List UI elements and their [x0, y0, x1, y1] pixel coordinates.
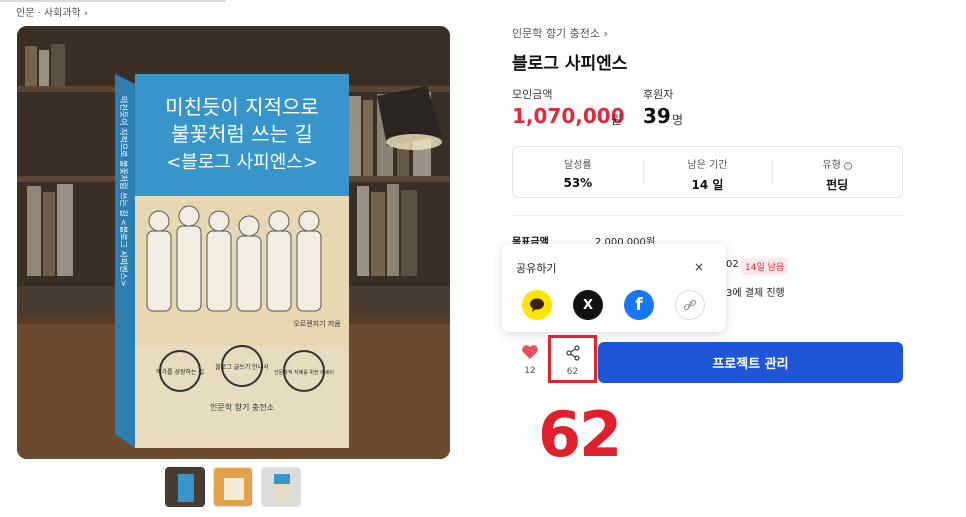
backers-label: 후원자: [643, 88, 674, 101]
cover-badge-3: 인문학적 지혜를 위한 에세이: [274, 369, 334, 376]
thumbnail-2[interactable]: [213, 467, 253, 507]
manage-project-button[interactable]: 프로젝트 관리: [598, 342, 903, 383]
heart-icon: [522, 345, 538, 359]
product-main-image: 미친듯이 지적으로 불꽃처럼 쓰는 길 <블로그 사피엔스> 오르렌지기 저음 …: [17, 26, 450, 459]
close-icon[interactable]: ×: [694, 260, 704, 274]
achievement-rate: 달성률 53%: [513, 147, 643, 197]
funding-type: 유형 i 펀딩: [772, 147, 902, 197]
cover-publisher: 인문학 향기 충전소: [210, 402, 274, 412]
achievement-rate-label: 달성률: [564, 160, 592, 171]
thumbnail-3[interactable]: [261, 467, 301, 507]
funding-info-box: 달성률 53% 남은 기간 14 일 유형 i 펀딩: [512, 146, 903, 198]
kakao-icon: [530, 298, 544, 312]
facebook-share-button[interactable]: f: [624, 290, 654, 320]
kakao-share-button[interactable]: [522, 290, 552, 320]
creator-link[interactable]: 인문학 향기 충전소 ›: [512, 25, 608, 41]
project-title: 블로그 사피엔스: [512, 54, 628, 74]
share-popup-title: 공유하기: [516, 262, 557, 275]
funding-type-value: 펀딩: [826, 178, 849, 192]
amount-label: 모인금액: [512, 88, 553, 101]
funding-type-label-text: 유형: [822, 160, 841, 171]
days-left-badge: 14일 남음: [741, 258, 789, 275]
like-button[interactable]: 12: [518, 344, 542, 376]
cover-spine: 미친듯이 지적으로 불꽃처럼 쓰는 길 <블로그 사피엔스>: [119, 96, 129, 287]
handwritten-annotation: 62: [538, 398, 622, 471]
cover-title-line2: 불꽃처럼 쓰는 길: [171, 122, 313, 146]
funding-type-label: 유형 i: [772, 156, 902, 171]
payment-text: 3에 결제 진행: [726, 288, 785, 299]
achievement-rate-value: 53%: [563, 176, 593, 190]
like-count: 12: [524, 366, 536, 376]
link-icon: [683, 299, 697, 311]
cover-author: 오르렌지기 저음: [293, 319, 341, 328]
amount-value: 1,070,000: [512, 104, 625, 128]
remaining-period: 남은 기간 14 일: [642, 147, 773, 197]
cover-badge-1: 작가를 성장하는 길: [156, 368, 204, 376]
thumbnail-1[interactable]: [165, 467, 205, 507]
backers-unit: 명: [672, 113, 684, 127]
share-icon: [565, 345, 580, 361]
link-share-button[interactable]: [675, 290, 705, 320]
breadcrumb[interactable]: 인문 · 사회과학 ›: [16, 4, 88, 19]
period-text: 02: [726, 259, 739, 270]
remaining-period-label: 남은 기간: [687, 160, 728, 171]
share-popup: 공유하기 × X f: [502, 244, 726, 332]
remaining-period-value: 14 일: [691, 178, 724, 192]
facebook-icon: f: [635, 295, 643, 315]
thumbnail-list: [165, 467, 301, 507]
backers-value: 39: [643, 104, 671, 128]
top-divider: [0, 0, 226, 2]
cover-title-line3: <블로그 사피엔스>: [166, 152, 318, 173]
x-share-button[interactable]: X: [573, 290, 603, 320]
x-icon: X: [582, 297, 594, 313]
section-divider: [512, 215, 903, 216]
info-icon[interactable]: i: [843, 162, 852, 170]
cover-title-line1: 미친듯이 지적으로: [165, 95, 319, 119]
share-button[interactable]: 62: [548, 335, 597, 383]
cover-badge-2: 블로그 글쓰기 안내서: [215, 363, 269, 371]
share-count: 62: [566, 367, 579, 377]
amount-unit: 원: [611, 113, 623, 127]
